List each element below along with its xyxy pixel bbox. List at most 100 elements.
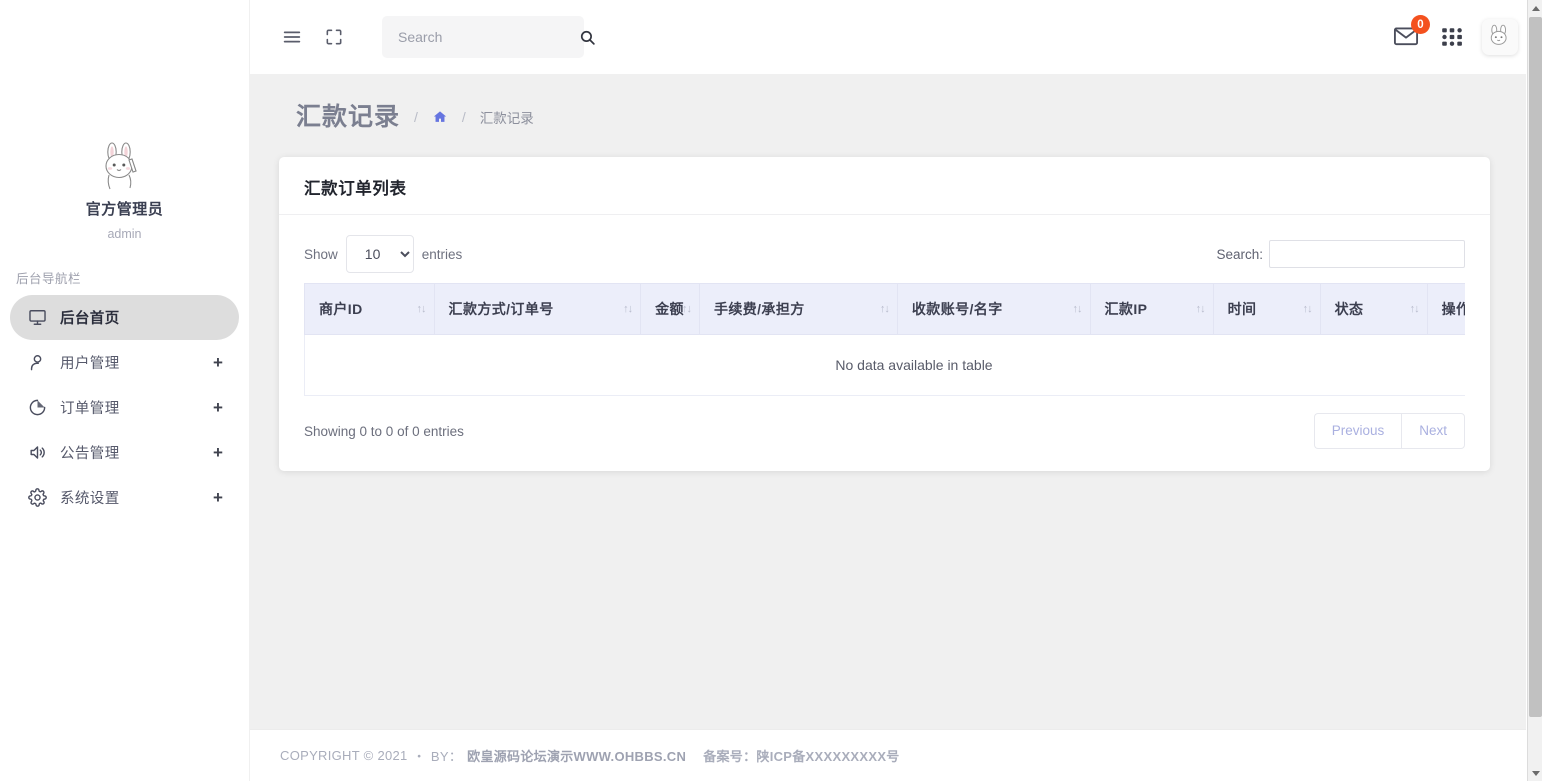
page-title: 汇款记录 xyxy=(296,102,400,132)
length-label-after: entries xyxy=(422,247,463,262)
column-header-action[interactable]: 操作 ↑ xyxy=(1428,283,1465,335)
search-icon[interactable] xyxy=(579,29,596,46)
table-empty-row: No data available in table xyxy=(304,335,1465,396)
remittance-order-card: 汇款订单列表 Show 10 25 50 100 entries xyxy=(279,157,1490,471)
scroll-up-arrow[interactable] xyxy=(1528,0,1542,16)
sidebar-profile: 官方管理员 admin xyxy=(0,0,249,242)
expand-plus-icon[interactable]: + xyxy=(211,489,225,506)
sidebar-item-label: 后台首页 xyxy=(60,307,225,328)
column-label: 金额 xyxy=(655,301,684,317)
expand-plus-icon[interactable]: + xyxy=(211,399,225,416)
sidebar-item-order-management[interactable]: 订单管理 + xyxy=(10,385,239,430)
sort-updown-icon[interactable]: ↑↓ xyxy=(417,303,426,315)
topbar-actions: 0 xyxy=(1392,19,1518,55)
filter-label: Search: xyxy=(1216,247,1263,262)
column-header-merchant-id[interactable]: 商户ID ↑↓ xyxy=(304,283,435,335)
monitor-icon xyxy=(26,307,48,329)
copyright-text: COPYRIGHT © 2021 xyxy=(280,748,408,763)
sidebar-item-label: 公告管理 xyxy=(60,442,211,463)
sidebar-item-user-management[interactable]: 用户管理 + xyxy=(10,340,239,385)
empty-message: No data available in table xyxy=(304,335,1465,396)
breadcrumb: 汇款记录 / / 汇款记录 xyxy=(250,74,1542,132)
column-label: 状态 xyxy=(1335,301,1364,317)
sidebar-item-dashboard[interactable]: 后台首页 xyxy=(10,295,239,340)
column-header-fee-bearer[interactable]: 手续费/承担方 ↑↓ xyxy=(700,283,898,335)
sort-updown-icon[interactable]: ↑↓ xyxy=(623,303,632,315)
search-input[interactable] xyxy=(398,29,579,45)
content-area: 汇款记录 / / 汇款记录 汇款订单列表 Show xyxy=(250,74,1542,729)
sidebar-item-label: 订单管理 xyxy=(60,397,211,418)
column-header-remit-ip[interactable]: 汇款IP ↑↓ xyxy=(1091,283,1214,335)
previous-page-button[interactable]: Previous xyxy=(1314,413,1402,449)
sort-updown-icon[interactable]: ↑↓ xyxy=(682,303,691,315)
column-label: 收款账号/名字 xyxy=(912,301,1003,317)
column-header-amount[interactable]: 金额 ↑↓ xyxy=(641,283,700,335)
column-header-payee-account-name[interactable]: 收款账号/名字 ↑↓ xyxy=(898,283,1091,335)
expand-plus-icon[interactable]: + xyxy=(211,354,225,371)
table-search-input[interactable] xyxy=(1269,240,1465,268)
search-box[interactable] xyxy=(382,16,584,58)
scrollbar-thumb[interactable] xyxy=(1529,17,1542,717)
footer-brand-link[interactable]: 欧皇源码论坛演示WWW.OHBBS.CN xyxy=(467,746,686,765)
next-page-button[interactable]: Next xyxy=(1401,413,1465,449)
card-title: 汇款订单列表 xyxy=(304,175,1465,199)
nav-heading: 后台导航栏 xyxy=(0,242,249,295)
column-header-status[interactable]: 状态 ↑↓ xyxy=(1321,283,1428,335)
speaker-icon xyxy=(26,442,48,464)
scroll-down-arrow[interactable] xyxy=(1528,765,1542,781)
table-head: 商户ID ↑↓ 汇款方式/订单号 ↑↓ 金额 ↑ xyxy=(304,283,1465,335)
topbar: 0 xyxy=(250,0,1542,74)
icp-license-text: 备案号：陕ICP备XXXXXXXXX号 xyxy=(703,746,899,765)
vertical-scrollbar[interactable] xyxy=(1527,0,1542,781)
rabbit-avatar xyxy=(94,140,156,192)
sort-updown-icon[interactable]: ↑↓ xyxy=(1073,303,1082,315)
column-label: 操作 xyxy=(1442,301,1465,317)
sidebar-item-system-settings[interactable]: 系统设置 + xyxy=(10,475,239,520)
column-label: 商户ID xyxy=(319,301,363,317)
column-header-time[interactable]: 时间 ↑↓ xyxy=(1214,283,1321,335)
table-scroll-wrapper[interactable]: 商户ID ↑↓ 汇款方式/订单号 ↑↓ 金额 ↑ xyxy=(304,283,1465,396)
breadcrumb-separator: / xyxy=(414,109,418,125)
sort-updown-icon[interactable]: ↑↓ xyxy=(1196,303,1205,315)
datatable-filter: Search: xyxy=(1216,240,1465,268)
gear-icon xyxy=(26,487,48,509)
sidebar: 官方管理员 admin 后台导航栏 后台首页 xyxy=(0,0,250,781)
footer-by-label: BY： xyxy=(431,746,462,765)
column-header-remit-method-order-no[interactable]: 汇款方式/订单号 ↑↓ xyxy=(435,283,642,335)
hamburger-icon[interactable] xyxy=(276,21,308,53)
user-icon xyxy=(26,352,48,374)
datatable-toolbar: Show 10 25 50 100 entries Search: xyxy=(304,229,1465,283)
apps-grid-icon[interactable] xyxy=(1440,25,1464,49)
page-footer: COPYRIGHT © 2021 ・ BY： 欧皇源码论坛演示WWW.OHBBS… xyxy=(250,729,1542,781)
column-label: 时间 xyxy=(1228,301,1257,317)
sort-updown-icon[interactable]: ↑↓ xyxy=(1303,303,1312,315)
datatable-footer: Showing 0 to 0 of 0 entries Previous Nex… xyxy=(304,396,1465,449)
sidebar-item-label: 用户管理 xyxy=(60,352,211,373)
expand-plus-icon[interactable]: + xyxy=(211,444,225,461)
pagination: Previous Next xyxy=(1314,413,1465,449)
sidebar-item-announcement-management[interactable]: 公告管理 + xyxy=(10,430,239,475)
pie-chart-icon xyxy=(26,397,48,419)
profile-name: 官方管理员 xyxy=(0,200,249,220)
profile-username: admin xyxy=(0,226,249,242)
card-header: 汇款订单列表 xyxy=(279,157,1490,215)
sort-updown-icon[interactable]: ↑↓ xyxy=(880,303,889,315)
column-label: 汇款IP xyxy=(1105,301,1148,317)
length-label-before: Show xyxy=(304,247,338,262)
column-label: 汇款方式/订单号 xyxy=(449,301,554,317)
avatar[interactable] xyxy=(1482,19,1518,55)
card-body: Show 10 25 50 100 entries Search: xyxy=(279,215,1490,471)
home-icon[interactable] xyxy=(432,109,448,125)
table-header-row: 商户ID ↑↓ 汇款方式/订单号 ↑↓ 金额 ↑ xyxy=(304,283,1465,335)
mail-badge: 0 xyxy=(1411,15,1430,34)
mail-icon[interactable]: 0 xyxy=(1392,22,1422,52)
entries-per-page-select[interactable]: 10 25 50 100 xyxy=(346,235,414,273)
fullscreen-icon[interactable] xyxy=(318,21,350,53)
breadcrumb-current: 汇款记录 xyxy=(480,107,534,127)
sort-updown-icon[interactable]: ↑↓ xyxy=(1410,303,1419,315)
sidebar-nav: 后台首页 用户管理 + 订单 xyxy=(0,295,249,520)
datatable-length-control: Show 10 25 50 100 entries xyxy=(304,235,462,273)
breadcrumb-separator: / xyxy=(462,109,466,125)
app-root: 官方管理员 admin 后台导航栏 后台首页 xyxy=(0,0,1542,781)
column-label: 手续费/承担方 xyxy=(714,301,805,317)
